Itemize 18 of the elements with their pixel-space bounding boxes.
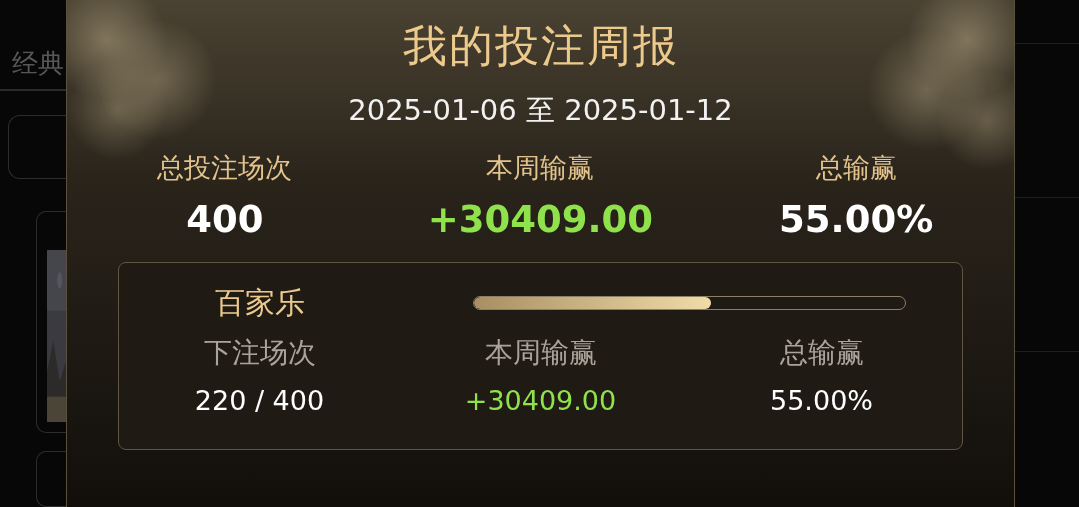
- stat-value: +30409.00: [464, 384, 617, 418]
- tab-label[interactable]: 经典: [12, 8, 64, 82]
- stat-value: 220 / 400: [194, 384, 325, 418]
- stat-value: +30409.00: [427, 197, 654, 243]
- stat-value: 55.00%: [770, 384, 873, 418]
- stat-value: 55.00%: [779, 197, 934, 243]
- stat-label: 本周输赢: [484, 335, 597, 371]
- background-button[interactable]: [8, 115, 66, 179]
- stat-label: 本周输赢: [486, 151, 595, 185]
- date-range: 2025-01-06 至 2025-01-12: [348, 92, 733, 129]
- stat-label: 总输赢: [815, 151, 897, 185]
- stat-value: 400: [186, 197, 264, 243]
- stat-label: 总投注场次: [157, 151, 293, 185]
- game-name: 百家乐: [215, 284, 305, 322]
- background-card: [36, 450, 66, 507]
- stat-label: 下注场次: [203, 335, 316, 371]
- stat-label: 总输赢: [779, 335, 864, 371]
- dialog-title: 我的投注周报: [402, 19, 679, 73]
